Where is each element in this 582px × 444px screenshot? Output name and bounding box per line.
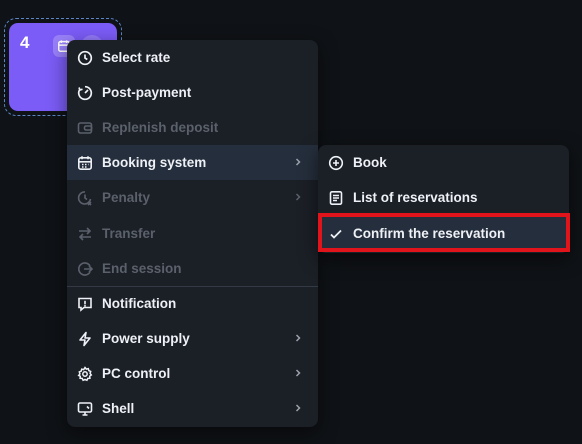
menu-item-end-session: End session — [67, 251, 318, 286]
menu-item-label: Power supply — [102, 331, 190, 346]
menu-item-label: Notification — [102, 296, 177, 311]
calendar-icon — [77, 155, 93, 171]
chevron-right-icon — [292, 332, 304, 344]
menu-item-notification[interactable]: Notification — [67, 286, 318, 321]
menu-item-label: Penalty — [102, 190, 151, 205]
menu-item-label: Post-payment — [102, 85, 192, 100]
menu-item-booking-system[interactable]: Booking system — [67, 145, 318, 180]
menu-item-shell[interactable]: Shell — [67, 391, 318, 426]
menu-item-label: Select rate — [102, 50, 171, 65]
submenu-item-book[interactable]: Book — [318, 145, 569, 180]
menu-item-post-payment[interactable]: Post-payment — [67, 75, 318, 110]
menu-item-label: Booking system — [102, 155, 207, 170]
submenu-item-label: List of reservations — [353, 190, 478, 205]
exit-icon — [77, 261, 93, 277]
penalty-clock-icon — [77, 190, 93, 206]
wallet-icon — [77, 120, 93, 136]
stage: 4 Select rate Post-payment Replenish dep… — [0, 0, 582, 444]
monitor-icon — [77, 401, 93, 417]
chevron-right-icon — [292, 367, 304, 379]
menu-item-pc-control[interactable]: PC control — [67, 356, 318, 391]
menu-item-select-rate[interactable]: Select rate — [67, 40, 318, 75]
menu-item-label: PC control — [102, 366, 171, 381]
chevron-right-icon — [292, 191, 304, 203]
submenu-item-list-of-reservations[interactable]: List of reservations — [318, 180, 569, 215]
menu-item-penalty: Penalty — [67, 180, 318, 215]
transfer-icon — [77, 226, 93, 242]
list-icon — [328, 190, 344, 206]
menu-item-label: Transfer — [102, 226, 156, 241]
timer-icon — [77, 85, 93, 101]
plus-circle-icon — [328, 155, 344, 171]
pc-number: 4 — [20, 33, 30, 52]
chevron-right-icon — [292, 402, 304, 414]
menu-item-label: Shell — [102, 401, 135, 416]
chevron-right-icon — [292, 156, 304, 168]
menu-item-power-supply[interactable]: Power supply — [67, 321, 318, 356]
menu-item-label: Replenish deposit — [102, 120, 219, 135]
clock-icon — [77, 50, 93, 66]
menu-item-label: End session — [102, 261, 182, 276]
context-menu: Select rate Post-payment Replenish depos… — [67, 40, 318, 427]
message-alert-icon — [77, 296, 93, 312]
submenu-item-label: Book — [353, 155, 387, 170]
lightning-icon — [77, 331, 93, 347]
menu-item-replenish-deposit: Replenish deposit — [67, 110, 318, 145]
menu-item-transfer: Transfer — [67, 216, 318, 251]
gear-icon — [77, 365, 93, 382]
highlight-annotation — [318, 213, 570, 252]
